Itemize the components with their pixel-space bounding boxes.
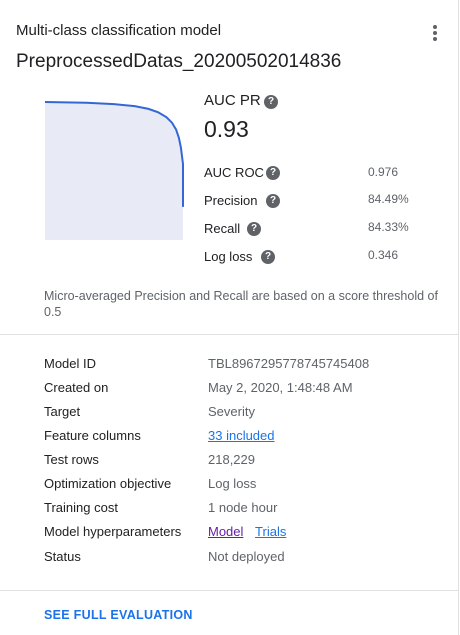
model-hyperparameters-label: Model hyperparameters bbox=[44, 524, 182, 539]
recall-label: Recall bbox=[204, 221, 241, 236]
recall-value: 84.33% bbox=[368, 220, 409, 234]
created-on-label: Created on bbox=[44, 380, 109, 395]
training-cost-value: 1 node hour bbox=[208, 500, 278, 515]
model-hyperparameters-links: Model Trials bbox=[208, 524, 286, 539]
help-icon[interactable]: ? bbox=[261, 250, 275, 264]
section-divider bbox=[0, 334, 459, 335]
auc-pr-label: AUC PR bbox=[204, 92, 261, 109]
trials-link[interactable]: Trials bbox=[255, 524, 286, 539]
model-name-title: PreprocessedDatas_20200502014836 bbox=[16, 51, 342, 72]
feature-columns-label: Feature columns bbox=[44, 428, 141, 443]
model-id-label: Model ID bbox=[44, 356, 97, 371]
precision-value: 84.49% bbox=[368, 192, 409, 206]
training-cost-label: Training cost bbox=[44, 500, 118, 515]
created-on-value: May 2, 2020, 1:48:48 AM bbox=[208, 380, 353, 395]
model-id-value: TBL8967295778745745408 bbox=[208, 356, 370, 371]
test-rows-value: 218,229 bbox=[208, 452, 255, 467]
target-value: Severity bbox=[208, 404, 255, 419]
see-full-evaluation-button[interactable]: SEE FULL EVALUATION bbox=[44, 608, 193, 622]
pr-curve-area bbox=[45, 102, 183, 240]
status-value: Not deployed bbox=[208, 549, 285, 564]
pr-curve-chart bbox=[44, 101, 184, 240]
help-icon[interactable]: ? bbox=[266, 166, 280, 180]
auc-pr-value: 0.93 bbox=[204, 116, 249, 142]
status-label: Status bbox=[44, 549, 81, 564]
footer-divider bbox=[0, 590, 459, 591]
model-card: Multi-class classification model Preproc… bbox=[0, 0, 459, 635]
feature-columns-link[interactable]: 33 included bbox=[208, 428, 275, 443]
help-icon[interactable]: ? bbox=[264, 95, 278, 109]
threshold-note: Micro-averaged Precision and Recall are … bbox=[44, 289, 438, 319]
log-loss-value: 0.346 bbox=[368, 248, 399, 262]
optimization-objective-label: Optimization objective bbox=[44, 476, 172, 491]
model-link[interactable]: Model bbox=[208, 524, 243, 539]
optimization-objective-value: Log loss bbox=[208, 476, 257, 491]
help-icon[interactable]: ? bbox=[266, 194, 280, 208]
auc-roc-value: 0.976 bbox=[368, 165, 399, 179]
model-type-subtitle: Multi-class classification model bbox=[16, 22, 222, 39]
test-rows-label: Test rows bbox=[44, 452, 99, 467]
auc-roc-label: AUC ROC bbox=[204, 165, 264, 180]
help-icon[interactable]: ? bbox=[247, 222, 261, 236]
more-vert-icon[interactable] bbox=[428, 24, 442, 42]
precision-label: Precision bbox=[204, 193, 258, 208]
target-label: Target bbox=[44, 404, 81, 419]
feature-columns-row: 33 included bbox=[208, 428, 275, 443]
log-loss-label: Log loss bbox=[204, 249, 253, 264]
